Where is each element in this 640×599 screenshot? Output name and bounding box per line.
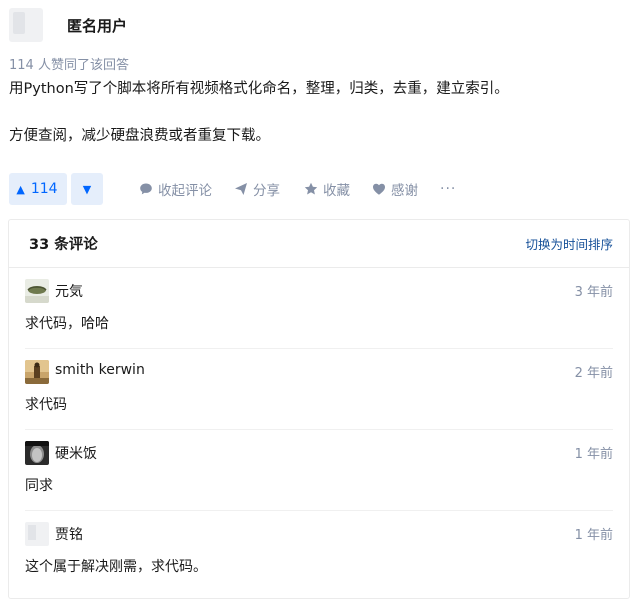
comment-item: 贾铭 1 年前 这个属于解决刚需，求代码。 (25, 511, 613, 591)
commenter-name[interactable]: 硬米饭 (55, 443, 97, 463)
comment-time: 1 年前 (574, 528, 613, 543)
comment-bubble-icon (140, 183, 152, 195)
upvote-triangle-icon: ▲ (16, 182, 25, 196)
sort-toggle-button[interactable]: 切换为时间排序 (525, 234, 613, 253)
comment-text: 同求 (25, 478, 53, 494)
comment-item: smith kerwin 2 年前 求代码 (25, 349, 613, 430)
comment-time: 3 年前 (574, 285, 613, 300)
downvote-button[interactable]: ▼ (71, 173, 103, 205)
favorite-button[interactable]: 收藏 (304, 179, 350, 199)
answer-content: 用Python写了个脚本将所有视频格式化命名，整理，归类，去重，建立索引。 方便… (9, 79, 509, 146)
commenter-avatar[interactable] (25, 360, 49, 384)
comment-text: 求代码 (25, 397, 67, 413)
answer-paragraph: 方便查阅，减少硬盘浪费或者重复下载。 (9, 128, 270, 144)
comment-time: 1 年前 (574, 447, 613, 462)
answer-actions: ▲ 114 ▼ 收起评论 分享 收藏 感谢 ··· (9, 172, 456, 206)
star-icon (304, 182, 318, 195)
collapse-comments-button[interactable]: 收起评论 (139, 179, 212, 199)
answer-paragraph: 用Python写了个脚本将所有视频格式化命名，整理，归类，去重，建立索引。 (9, 81, 509, 97)
share-label: 分享 (253, 183, 280, 199)
commenter-name[interactable]: smith kerwin (55, 362, 145, 378)
commenter-name[interactable]: 贾铭 (55, 524, 83, 544)
comment-time: 2 年前 (574, 366, 613, 381)
comment-item: 元気 3 年前 求代码，哈哈 (25, 268, 613, 349)
favorite-label: 收藏 (323, 183, 350, 199)
comment-text: 求代码，哈哈 (25, 316, 109, 332)
collapse-comments-label: 收起评论 (158, 183, 212, 199)
heart-icon (373, 183, 385, 195)
thank-label: 感谢 (391, 183, 418, 199)
comment-text: 这个属于解决刚需，求代码。 (25, 559, 207, 575)
comments-panel: 33 条评论 切换为时间排序 元気 3 年前 求代码，哈哈 smith kerw… (8, 219, 630, 599)
share-icon (235, 183, 247, 195)
answer-author: 匿名用户 (9, 6, 127, 44)
voters-count-text[interactable]: 114 人赞同了该回答 (9, 54, 129, 73)
ellipsis-icon: ··· (440, 181, 457, 197)
author-name: 匿名用户 (67, 16, 128, 35)
anonymous-avatar (9, 8, 43, 42)
comments-count-title: 33 条评论 (29, 237, 98, 253)
share-button[interactable]: 分享 (234, 179, 280, 199)
comment-item: 硬米饭 1 年前 同求 (25, 430, 613, 511)
more-options-button[interactable]: ··· (440, 181, 456, 197)
commenter-avatar[interactable] (25, 279, 49, 303)
commenter-avatar[interactable] (25, 522, 49, 546)
commenter-avatar[interactable] (25, 441, 49, 465)
downvote-triangle-icon: ▼ (82, 182, 92, 196)
upvote-count: 114 (30, 181, 58, 197)
thank-button[interactable]: 感谢 (372, 179, 418, 199)
comments-header: 33 条评论 切换为时间排序 (9, 220, 629, 268)
commenter-name[interactable]: 元気 (55, 281, 83, 301)
upvote-button[interactable]: ▲ 114 (9, 173, 67, 205)
